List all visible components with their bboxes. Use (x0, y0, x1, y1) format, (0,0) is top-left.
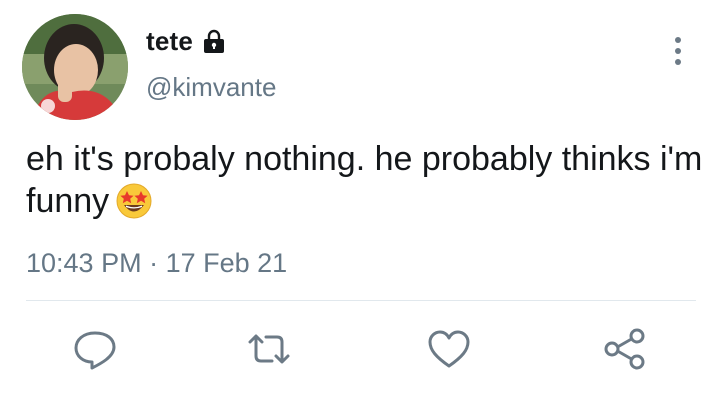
retweet-icon (248, 334, 290, 364)
heart-icon (428, 330, 470, 368)
tweet-date: 17 Feb 21 (165, 248, 288, 278)
share-button[interactable] (600, 326, 650, 372)
share-icon (604, 328, 645, 370)
meta-separator: · (141, 248, 166, 278)
reply-button[interactable] (70, 326, 120, 372)
star-struck-emoji (115, 182, 153, 220)
like-button[interactable] (424, 326, 474, 372)
retweet-button[interactable] (244, 326, 294, 372)
more-vertical-icon[interactable] (664, 34, 692, 68)
tweet-timestamp[interactable]: 10:43 PM · 17 Feb 21 (26, 248, 287, 279)
tweet-text: eh it's probaly nothing. he probably thi… (26, 138, 706, 222)
tweet-time: 10:43 PM (26, 248, 142, 278)
divider (26, 300, 696, 301)
user-handle[interactable]: @kimvante (146, 72, 276, 103)
avatar[interactable] (22, 14, 128, 120)
reply-icon (74, 331, 116, 370)
lock-icon (201, 29, 227, 55)
display-name[interactable]: tete (146, 26, 193, 57)
